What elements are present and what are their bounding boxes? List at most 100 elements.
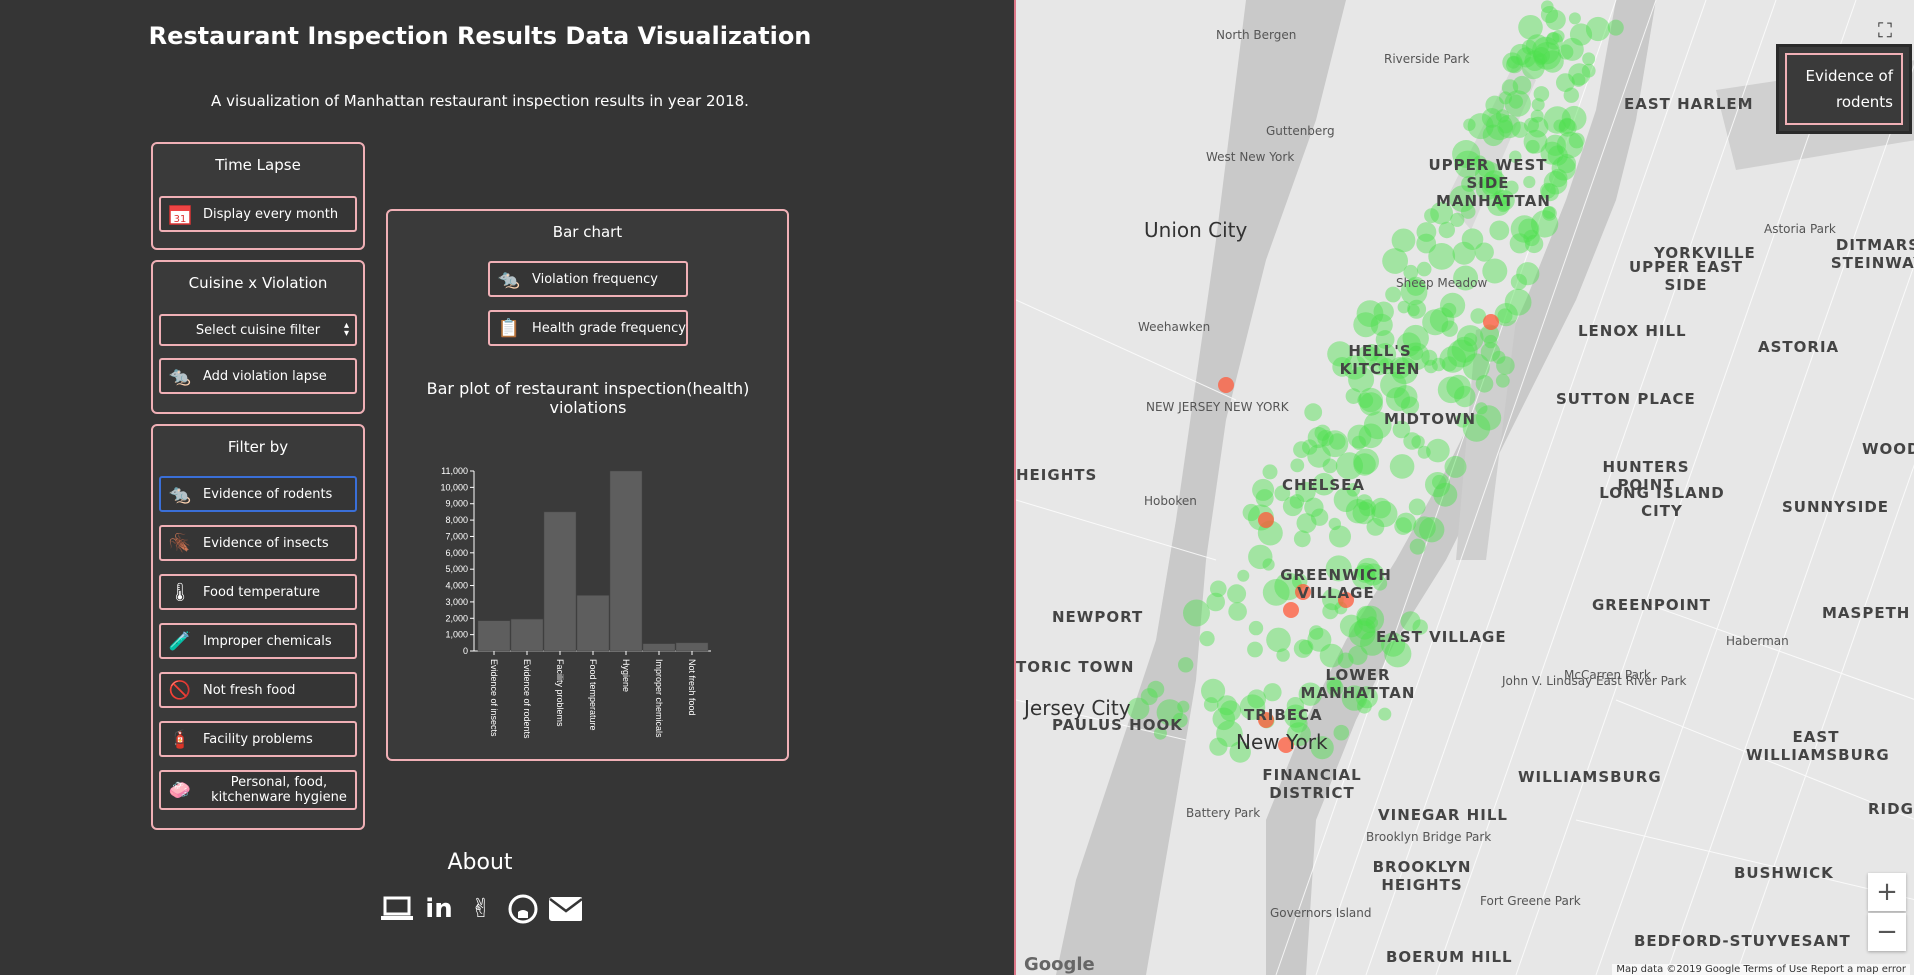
map-attribution[interactable]: Map data ©2019 Google Terms of Use Repor… [1612,964,1910,975]
heat-point [1365,616,1378,629]
bar [576,595,610,652]
y-tick-label: 8,000 [445,515,468,525]
grade-report-icon: 📋 [497,317,521,339]
map-label: Governors Island [1270,906,1372,920]
map-label: VINEGAR HILL [1378,806,1508,824]
map-label: Fort Greene Park [1480,894,1581,908]
heat-point [1147,680,1165,698]
heat-point [1385,387,1411,412]
heat-point [1290,458,1305,473]
map-label: PAULUS HOOK [1052,716,1183,734]
map-legend-text: Evidence of rodents [1785,53,1903,125]
email-icon[interactable] [548,892,582,926]
map-label: LONG ISLAND CITY [1599,484,1725,520]
filter-item-label: Evidence of rodents [203,486,333,502]
heat-point [1501,79,1519,96]
map-label: Riverside Park [1384,52,1470,66]
violation-frequency-button[interactable]: 🐀 Violation frequency [488,261,688,297]
zoom-in-button[interactable]: + [1868,873,1906,911]
heat-point [1484,334,1498,349]
x-tick-label: Evidence of rodents [522,659,532,739]
heat-point [1556,73,1575,92]
heat-point [1247,641,1263,658]
filter-not-fresh-food-button[interactable]: 🚫 Not fresh food [159,672,357,708]
y-tick-label: 5,000 [445,564,468,574]
heat-point [1585,16,1611,42]
map-label: UPPER EAST SIDE [1628,258,1744,294]
heat-hotspot [1283,602,1299,618]
heat-point [1525,139,1540,154]
laptop-icon[interactable] [380,892,414,926]
x-tick-label: Not fresh food [687,659,697,716]
map-label: BOERUM HILL [1386,948,1513,966]
heat-point [1307,627,1332,652]
filter-improper-chemicals-button[interactable]: 🧪 Improper chemicals [159,623,357,659]
github-icon[interactable] [506,892,540,926]
filter-item-label: Improper chemicals [203,633,332,649]
fullscreen-icon[interactable]: ⛶ [1878,18,1902,42]
filter-personal-food-kitchenware-hygiene-button[interactable]: 🧼 Personal, food, kitchenware hygiene [159,770,357,810]
y-tick-label: 1,000 [445,630,468,640]
map-label: McCarren Park [1564,668,1651,682]
heat-point [1209,737,1228,756]
map-label: NEWPORT [1052,608,1144,626]
map-label: FINANCIAL DISTRICT [1262,766,1362,802]
map-label: MIDTOWN [1384,410,1477,428]
heat-point [1521,56,1545,80]
insect-icon: 🪳 [168,532,192,554]
heat-point [1382,248,1408,274]
heat-hotspot [1218,377,1234,393]
map-label: MANHATTAN [1436,192,1551,210]
heat-point [1607,19,1624,36]
heat-point [1322,458,1338,474]
heat-point [1523,229,1540,247]
heat-hotspot [1483,314,1499,330]
map-canvas[interactable] [1016,0,1914,975]
map-label: GREENWICH VILLAGE [1280,566,1392,602]
zoom-out-button[interactable]: − [1868,913,1906,951]
no-food-icon: 🚫 [168,679,192,701]
heat-point [1497,308,1513,324]
heat-point [1237,569,1250,582]
filter-evidence-of-insects-button[interactable]: 🪳 Evidence of insects [159,525,357,561]
time-lapse-title: Time Lapse [215,156,301,174]
filter-facility-problems-button[interactable]: 🧯 Facility problems [159,721,357,757]
heat-point [1552,30,1565,43]
heat-point [1203,697,1219,712]
heat-point [1502,52,1523,73]
facility-icon: 🧯 [168,728,192,750]
heat-point [1558,118,1577,137]
heat-point [1408,498,1426,516]
heat-point [1206,592,1225,612]
bar [642,643,676,652]
heat-point [1492,350,1506,364]
map-label: CHELSEA [1282,476,1366,494]
bar [609,470,643,652]
map-label: Brooklyn Bridge Park [1366,830,1492,844]
heat-point [1407,299,1427,319]
angellist-icon[interactable]: ✌ [464,892,498,926]
heat-point [1462,353,1490,381]
heat-point [1531,98,1545,112]
heat-point [1228,602,1247,621]
health-grade-frequency-button[interactable]: 📋 Health grade frequency [488,310,688,346]
y-tick-label: 9,000 [445,499,468,509]
heatmap-map[interactable]: North Bergen Riverside Park EAST HARLEM Gut… [1014,0,1914,975]
filter-food-temperature-button[interactable]: 🌡 Food temperature [159,574,357,610]
y-tick-label: 4,000 [445,581,468,591]
heat-point [1353,448,1379,475]
heat-point [1530,109,1544,123]
x-tick-label: Facility problems [555,659,565,727]
display-every-month-button[interactable]: 31 Display every month [159,196,357,232]
heat-point [1389,454,1415,479]
map-label: Union City [1144,218,1248,242]
cuisine-filter-select[interactable]: Select cuisine filter ▴ ▾ [159,314,357,346]
heat-point [1220,700,1241,722]
select-arrows-icon: ▴ ▾ [343,320,349,339]
map-label: UPPER WEST SIDE [1428,156,1548,192]
heat-point [1276,648,1290,662]
filter-evidence-of-rodents-button[interactable]: 🐀 Evidence of rodents [159,476,357,512]
linkedin-icon[interactable]: in [422,892,456,926]
heat-point [1571,73,1586,87]
add-violation-lapse-button[interactable]: 🐀 Add violation lapse [159,358,357,394]
